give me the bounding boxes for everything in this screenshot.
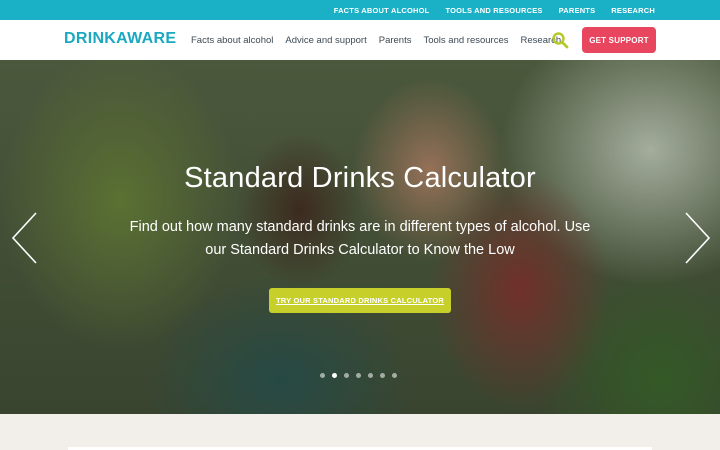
primary-nav: Facts about alcohol Advice and support P… <box>191 20 561 60</box>
try-calculator-button[interactable]: TRY OUR STANDARD DRINKS CALCULATOR <box>269 288 451 313</box>
utility-link-facts[interactable]: FACTS ABOUT ALCOHOL <box>334 6 430 15</box>
hero-carousel: Standard Drinks Calculator Find out how … <box>0 60 720 414</box>
main-header: DRINKAWARE Facts about alcohol Advice an… <box>0 20 720 60</box>
carousel-dot[interactable] <box>356 373 361 378</box>
carousel-dot[interactable] <box>392 373 397 378</box>
carousel-dot[interactable] <box>344 373 349 378</box>
nav-link-parents[interactable]: Parents <box>379 35 412 46</box>
hero-title: Standard Drinks Calculator <box>184 162 536 194</box>
carousel-dot[interactable] <box>368 373 373 378</box>
nav-link-tools[interactable]: Tools and resources <box>423 35 508 46</box>
utility-nav: FACTS ABOUT ALCOHOL TOOLS AND RESOURCES … <box>0 0 720 20</box>
nav-link-advice[interactable]: Advice and support <box>285 35 366 46</box>
chevron-right-icon[interactable] <box>682 210 712 266</box>
drinkaware-logo[interactable]: DRINKAWARE <box>64 30 176 48</box>
hero-description: Find out how many standard drinks are in… <box>129 219 591 258</box>
utility-link-research[interactable]: RESEARCH <box>611 6 655 15</box>
content-section <box>0 414 720 450</box>
chevron-left-icon[interactable] <box>10 210 40 266</box>
nav-link-facts[interactable]: Facts about alcohol <box>191 35 273 46</box>
carousel-dot[interactable] <box>320 373 325 378</box>
search-icon[interactable] <box>551 31 569 49</box>
utility-link-tools[interactable]: TOOLS AND RESOURCES <box>445 6 542 15</box>
carousel-dot-active[interactable] <box>332 373 337 378</box>
carousel-dots <box>320 373 397 378</box>
utility-link-parents[interactable]: PARENTS <box>559 6 596 15</box>
get-support-button[interactable]: GET SUPPORT <box>582 27 656 53</box>
carousel-dot[interactable] <box>380 373 385 378</box>
